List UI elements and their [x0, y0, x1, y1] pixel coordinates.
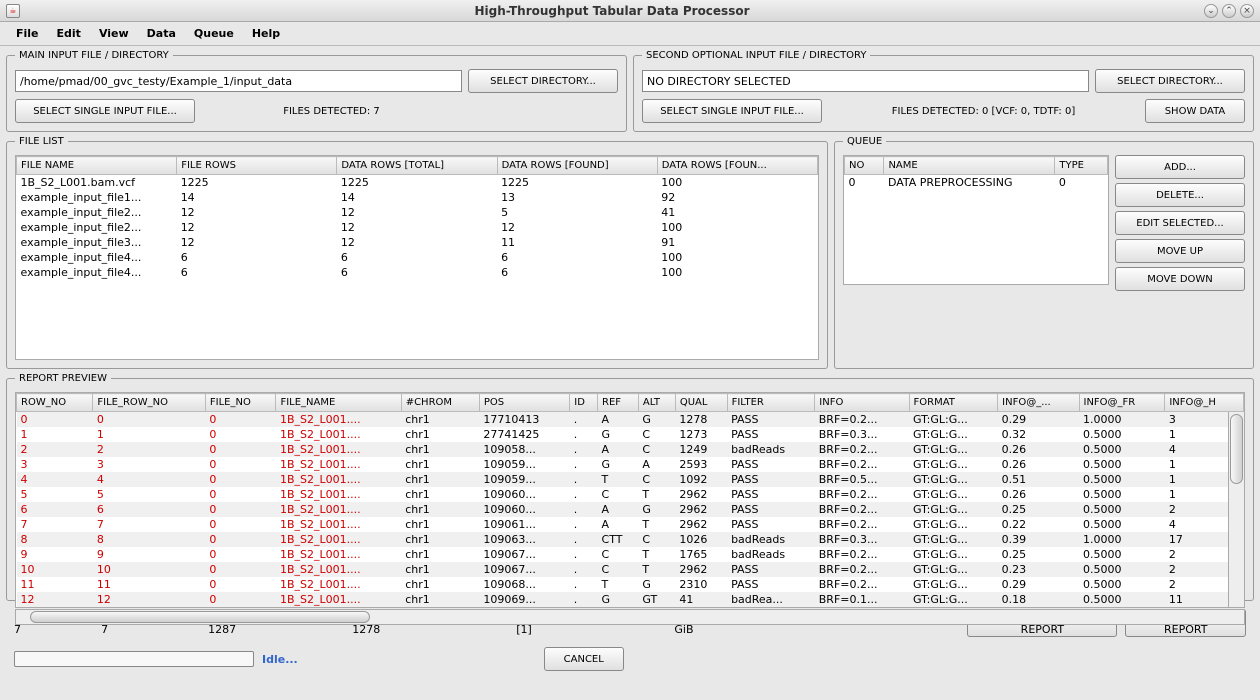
column-header[interactable]: FORMAT: [909, 394, 998, 412]
column-header[interactable]: INFO: [815, 394, 909, 412]
report-legend: REPORT PREVIEW: [15, 373, 111, 384]
main-select-dir-button[interactable]: SELECT DIRECTORY...: [468, 69, 618, 93]
column-header[interactable]: TYPE: [1055, 157, 1108, 175]
table-row[interactable]: 1B_S2_L001.bam.vcf122512251225100: [17, 175, 818, 190]
second-files-detected: FILES DETECTED: 0 [VCF: 0, TDTF: 0]: [892, 106, 1075, 117]
column-header[interactable]: DATA ROWS [FOUND]: [497, 157, 657, 175]
column-header[interactable]: INFO@_...: [998, 394, 1079, 412]
table-row[interactable]: example_input_file4...666100: [17, 265, 818, 280]
queue-legend: QUEUE: [843, 136, 886, 147]
column-header[interactable]: DATA ROWS [FOUN...: [657, 157, 817, 175]
column-header[interactable]: FILTER: [727, 394, 815, 412]
column-header[interactable]: INFO@_H: [1165, 394, 1244, 412]
queue-add-button[interactable]: ADD...: [1115, 155, 1245, 179]
queue-table[interactable]: NONAMETYPE0DATA PREPROCESSING0: [843, 155, 1109, 285]
file-list-fieldset: FILE LIST FILE NAMEFILE ROWSDATA ROWS [T…: [6, 136, 828, 369]
close-icon[interactable]: ×: [1240, 4, 1254, 18]
table-row[interactable]: example_input_file4...666100: [17, 250, 818, 265]
minimize-icon[interactable]: ⌄: [1204, 4, 1218, 18]
queue-edit-button[interactable]: EDIT SELECTED...: [1115, 211, 1245, 235]
show-data-button[interactable]: SHOW DATA: [1145, 99, 1245, 123]
table-row[interactable]: 2201B_S2_L001....chr1109058....AC1249bad…: [17, 442, 1244, 457]
column-header[interactable]: DATA ROWS [TOTAL]: [337, 157, 497, 175]
column-header[interactable]: FILE_NO: [205, 394, 276, 412]
table-row[interactable]: 0001B_S2_L001....chr117710413.AG1278PASS…: [17, 412, 1244, 427]
queue-fieldset: QUEUE NONAMETYPE0DATA PREPROCESSING0 ADD…: [834, 136, 1254, 369]
column-header[interactable]: FILE NAME: [17, 157, 177, 175]
menu-help[interactable]: Help: [244, 24, 288, 43]
second-select-file-button[interactable]: SELECT SINGLE INPUT FILE...: [642, 99, 822, 123]
progress-row: Idle... CANCEL: [6, 645, 1254, 677]
table-row[interactable]: 1101B_S2_L001....chr127741425.GC1273PASS…: [17, 427, 1244, 442]
table-row[interactable]: 8801B_S2_L001....chr1109063....CTTC1026b…: [17, 532, 1244, 547]
menu-view[interactable]: View: [91, 24, 137, 43]
cancel-button[interactable]: CANCEL: [544, 647, 624, 671]
main-input-path[interactable]: [15, 70, 462, 92]
app-window: ☕ High-Throughput Tabular Data Processor…: [0, 0, 1260, 700]
menu-edit[interactable]: Edit: [49, 24, 89, 43]
table-row[interactable]: example_input_file3...12121191: [17, 235, 818, 250]
table-row[interactable]: 5501B_S2_L001....chr1109060....CT2962PAS…: [17, 487, 1244, 502]
horizontal-scrollbar[interactable]: [15, 609, 1245, 625]
main-input-legend: MAIN INPUT FILE / DIRECTORY: [15, 50, 173, 61]
file-list-legend: FILE LIST: [15, 136, 68, 147]
column-header[interactable]: REF: [598, 394, 639, 412]
main-input-fieldset: MAIN INPUT FILE / DIRECTORY SELECT DIREC…: [6, 50, 627, 132]
main-select-file-button[interactable]: SELECT SINGLE INPUT FILE...: [15, 99, 195, 123]
second-input-fieldset: SECOND OPTIONAL INPUT FILE / DIRECTORY S…: [633, 50, 1254, 132]
table-row[interactable]: 101001B_S2_L001....chr1109067....CT2962P…: [17, 562, 1244, 577]
column-header[interactable]: FILE ROWS: [177, 157, 337, 175]
table-row[interactable]: 6601B_S2_L001....chr1109060....AG2962PAS…: [17, 502, 1244, 517]
table-row[interactable]: 111101B_S2_L001....chr1109068....TG2310P…: [17, 577, 1244, 592]
file-list-table[interactable]: FILE NAMEFILE ROWSDATA ROWS [TOTAL]DATA …: [15, 155, 819, 360]
report-preview-fieldset: REPORT PREVIEW ROW_NOFILE_ROW_NOFILE_NOF…: [6, 373, 1254, 601]
report-table[interactable]: ROW_NOFILE_ROW_NOFILE_NOFILE_NAME#CHROMP…: [15, 392, 1245, 608]
column-header[interactable]: ID: [570, 394, 598, 412]
maximize-icon[interactable]: ⌃: [1222, 4, 1236, 18]
menubar: File Edit View Data Queue Help: [0, 22, 1260, 46]
table-row[interactable]: 4401B_S2_L001....chr1109059....TC1092PAS…: [17, 472, 1244, 487]
table-row[interactable]: 0DATA PREPROCESSING0: [845, 175, 1108, 190]
column-header[interactable]: QUAL: [675, 394, 727, 412]
column-header[interactable]: INFO@_FR: [1079, 394, 1165, 412]
vertical-scrollbar[interactable]: [1228, 412, 1244, 607]
column-header[interactable]: NAME: [884, 157, 1055, 175]
titlebar: ☕ High-Throughput Tabular Data Processor…: [0, 0, 1260, 22]
queue-move-down-button[interactable]: MOVE DOWN: [1115, 267, 1245, 291]
column-header[interactable]: NO: [845, 157, 884, 175]
menu-queue[interactable]: Queue: [186, 24, 242, 43]
table-row[interactable]: 3301B_S2_L001....chr1109059....GA2593PAS…: [17, 457, 1244, 472]
table-row[interactable]: example_input_file1...14141392: [17, 190, 818, 205]
column-header[interactable]: FILE_ROW_NO: [93, 394, 206, 412]
queue-delete-button[interactable]: DELETE...: [1115, 183, 1245, 207]
column-header[interactable]: ALT: [638, 394, 675, 412]
java-icon: ☕: [6, 4, 20, 18]
menu-data[interactable]: Data: [139, 24, 184, 43]
column-header[interactable]: POS: [479, 394, 569, 412]
table-row[interactable]: 121201B_S2_L001....chr1109069....GGT41ba…: [17, 592, 1244, 607]
table-row[interactable]: example_input_file2...1212541: [17, 205, 818, 220]
column-header[interactable]: FILE_NAME: [276, 394, 401, 412]
table-row[interactable]: 9901B_S2_L001....chr1109067....CT1765bad…: [17, 547, 1244, 562]
second-input-legend: SECOND OPTIONAL INPUT FILE / DIRECTORY: [642, 50, 870, 61]
window-title: High-Throughput Tabular Data Processor: [20, 4, 1204, 18]
table-row[interactable]: 7701B_S2_L001....chr1109061....AT2962PAS…: [17, 517, 1244, 532]
second-input-path[interactable]: [642, 70, 1089, 92]
progress-bar: [14, 651, 254, 667]
column-header[interactable]: #CHROM: [401, 394, 479, 412]
window-controls: ⌄ ⌃ ×: [1204, 4, 1254, 18]
second-select-dir-button[interactable]: SELECT DIRECTORY...: [1095, 69, 1245, 93]
table-row[interactable]: example_input_file2...121212100: [17, 220, 818, 235]
queue-move-up-button[interactable]: MOVE UP: [1115, 239, 1245, 263]
main-files-detected: FILES DETECTED: 7: [283, 106, 380, 117]
menu-file[interactable]: File: [8, 24, 47, 43]
column-header[interactable]: ROW_NO: [17, 394, 93, 412]
status-idle: Idle...: [262, 653, 298, 666]
